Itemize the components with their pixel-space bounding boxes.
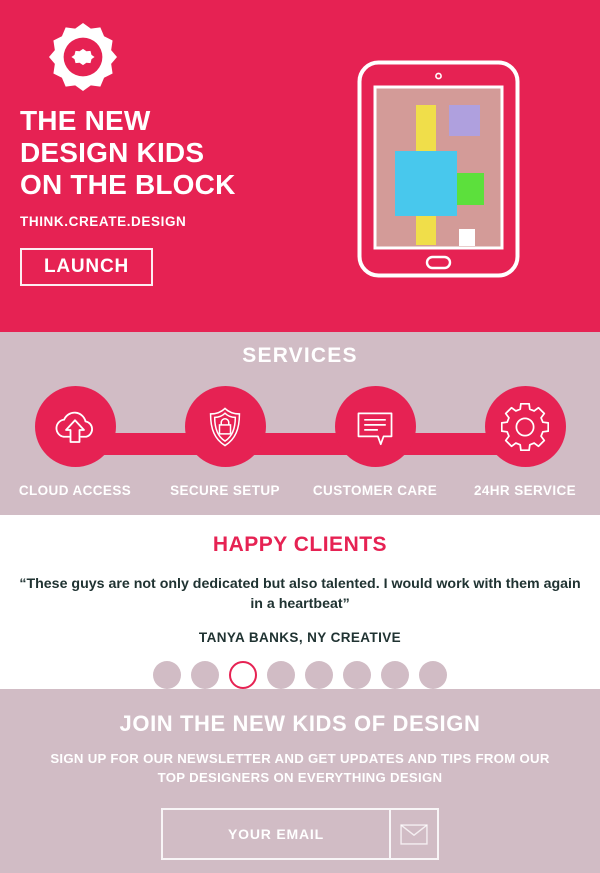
service-icon-circle[interactable] bbox=[34, 386, 116, 467]
newsletter-subtitle-line-1: SIGN UP FOR OUR NEWSLETTER AND GET UPDAT… bbox=[50, 751, 550, 766]
newsletter-subtitle-line-2: TOP DESIGNERS ON EVERYTHING DESIGN bbox=[157, 770, 443, 785]
hero-title-line-1: THE NEW bbox=[20, 105, 151, 136]
service-item-cloud-access[interactable]: CLOUD ACCESS bbox=[0, 386, 150, 515]
services-title: SERVICES bbox=[242, 344, 358, 367]
newsletter-section: JOIN THE NEW KIDS OF DESIGN SIGN UP FOR … bbox=[0, 689, 600, 873]
shield-lock-icon bbox=[209, 406, 241, 446]
newsletter-submit-button[interactable] bbox=[389, 810, 437, 858]
newsletter-subtitle: SIGN UP FOR OUR NEWSLETTER AND GET UPDAT… bbox=[20, 749, 580, 787]
white-box bbox=[459, 229, 475, 246]
landing-page: THE NEW DESIGN KIDS ON THE BLOCK THINK.C… bbox=[0, 0, 600, 873]
newsletter-form bbox=[161, 808, 439, 860]
hero-title-line-3: ON THE BLOCK bbox=[20, 169, 236, 200]
service-item-24hr-service[interactable]: 24HR SERVICE bbox=[450, 386, 600, 515]
newsletter-title: JOIN THE NEW KIDS OF DESIGN bbox=[119, 711, 481, 736]
service-icon-circle[interactable] bbox=[484, 386, 566, 467]
pagination-dot[interactable] bbox=[343, 661, 371, 689]
tablet-device-icon bbox=[357, 60, 520, 278]
service-icon-circle[interactable] bbox=[334, 386, 416, 467]
testimonials-section: HAPPY CLIENTS “These guys are not only d… bbox=[0, 515, 600, 689]
service-label: CLOUD ACCESS bbox=[18, 483, 132, 498]
carousel-pagination bbox=[0, 661, 600, 689]
envelope-icon bbox=[400, 823, 428, 845]
email-field[interactable] bbox=[163, 810, 389, 858]
star-burst-logo-icon bbox=[49, 23, 117, 91]
pagination-dot[interactable] bbox=[191, 661, 219, 689]
hero-tagline: THINK.CREATE.DESIGN bbox=[20, 214, 187, 229]
page-title: THE NEW DESIGN KIDS ON THE BLOCK bbox=[20, 105, 350, 201]
pagination-dot[interactable] bbox=[267, 661, 295, 689]
speech-bubble-icon bbox=[357, 411, 393, 445]
service-item-secure-setup[interactable]: SECURE SETUP bbox=[150, 386, 300, 515]
launch-button[interactable]: LAUNCH bbox=[20, 248, 153, 286]
service-label: SECURE SETUP bbox=[170, 483, 280, 498]
lavender-box bbox=[449, 105, 480, 136]
testimonial-quote: “These guys are not only dedicated but a… bbox=[19, 576, 581, 612]
services-section: SERVICES CLOUD ACCESS SECURE SETUP CUSTO… bbox=[0, 332, 600, 515]
service-item-customer-care[interactable]: CUSTOMER CARE bbox=[300, 386, 450, 515]
services-list: CLOUD ACCESS SECURE SETUP CUSTOMER CARE … bbox=[0, 386, 600, 515]
service-icon-circle[interactable] bbox=[184, 386, 266, 467]
gear-icon bbox=[501, 402, 549, 451]
hero-copy: THE NEW DESIGN KIDS ON THE BLOCK THINK.C… bbox=[20, 105, 350, 229]
cyan-bar bbox=[395, 151, 457, 216]
pagination-dot-active[interactable] bbox=[229, 661, 257, 689]
pagination-dot[interactable] bbox=[381, 661, 409, 689]
testimonial-author: TANYA BANKS, NY CREATIVE bbox=[198, 630, 402, 645]
service-label: 24HR SERVICE bbox=[473, 483, 577, 498]
pagination-dot[interactable] bbox=[419, 661, 447, 689]
service-label: CUSTOMER CARE bbox=[312, 483, 438, 498]
hero-title-line-2: DESIGN KIDS bbox=[20, 137, 205, 168]
pagination-dot[interactable] bbox=[305, 661, 333, 689]
hero-section: THE NEW DESIGN KIDS ON THE BLOCK THINK.C… bbox=[0, 0, 600, 332]
green-box bbox=[457, 173, 484, 205]
testimonials-title: HAPPY CLIENTS bbox=[212, 533, 388, 556]
cloud-upload-icon bbox=[55, 411, 93, 443]
pagination-dot[interactable] bbox=[153, 661, 181, 689]
